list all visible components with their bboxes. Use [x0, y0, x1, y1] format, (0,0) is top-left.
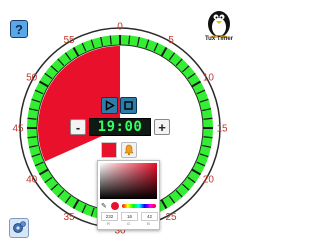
time-display: 19:00	[89, 118, 151, 136]
dial-label: 0	[117, 22, 123, 33]
dial-label: 45	[12, 124, 24, 135]
bell-icon	[124, 144, 134, 156]
dial-label: 15	[216, 124, 228, 135]
dial-label: 50	[26, 73, 38, 84]
settings-button[interactable]	[9, 218, 29, 238]
logo-text: Tux Timer	[204, 36, 234, 42]
dial-label: 5	[168, 35, 174, 46]
red-value-field[interactable]: 232	[101, 212, 118, 221]
stop-button[interactable]	[120, 97, 137, 114]
play-button[interactable]	[101, 97, 118, 114]
dial-label: 55	[63, 35, 75, 46]
blue-label: B	[147, 221, 150, 226]
dial-label: 20	[203, 175, 215, 186]
increase-time-button[interactable]: +	[154, 119, 170, 135]
blue-value-field[interactable]: 42	[141, 212, 158, 221]
color-gradient-area[interactable]	[100, 163, 157, 199]
dial-label: 35	[63, 212, 75, 223]
dial-label: 25	[165, 212, 177, 223]
stop-icon	[124, 101, 133, 110]
dial-label: 10	[203, 73, 215, 84]
red-label: R	[107, 221, 110, 226]
green-label: G	[126, 221, 131, 226]
color-picker-popup[interactable]: ✎ 232 16 42 R G B	[97, 160, 160, 230]
color-swatch-button[interactable]	[101, 142, 117, 158]
color-preview	[111, 202, 119, 210]
eyedropper-icon[interactable]: ✎	[101, 202, 107, 210]
alarm-button[interactable]	[121, 142, 137, 158]
green-value-field[interactable]: 16	[121, 212, 138, 221]
dial-label: 40	[26, 175, 38, 186]
play-icon	[105, 100, 115, 111]
help-button[interactable]: ?	[10, 20, 28, 38]
decrease-time-button[interactable]: -	[70, 119, 86, 135]
gear-icon	[13, 221, 26, 233]
hue-slider[interactable]	[122, 204, 156, 208]
